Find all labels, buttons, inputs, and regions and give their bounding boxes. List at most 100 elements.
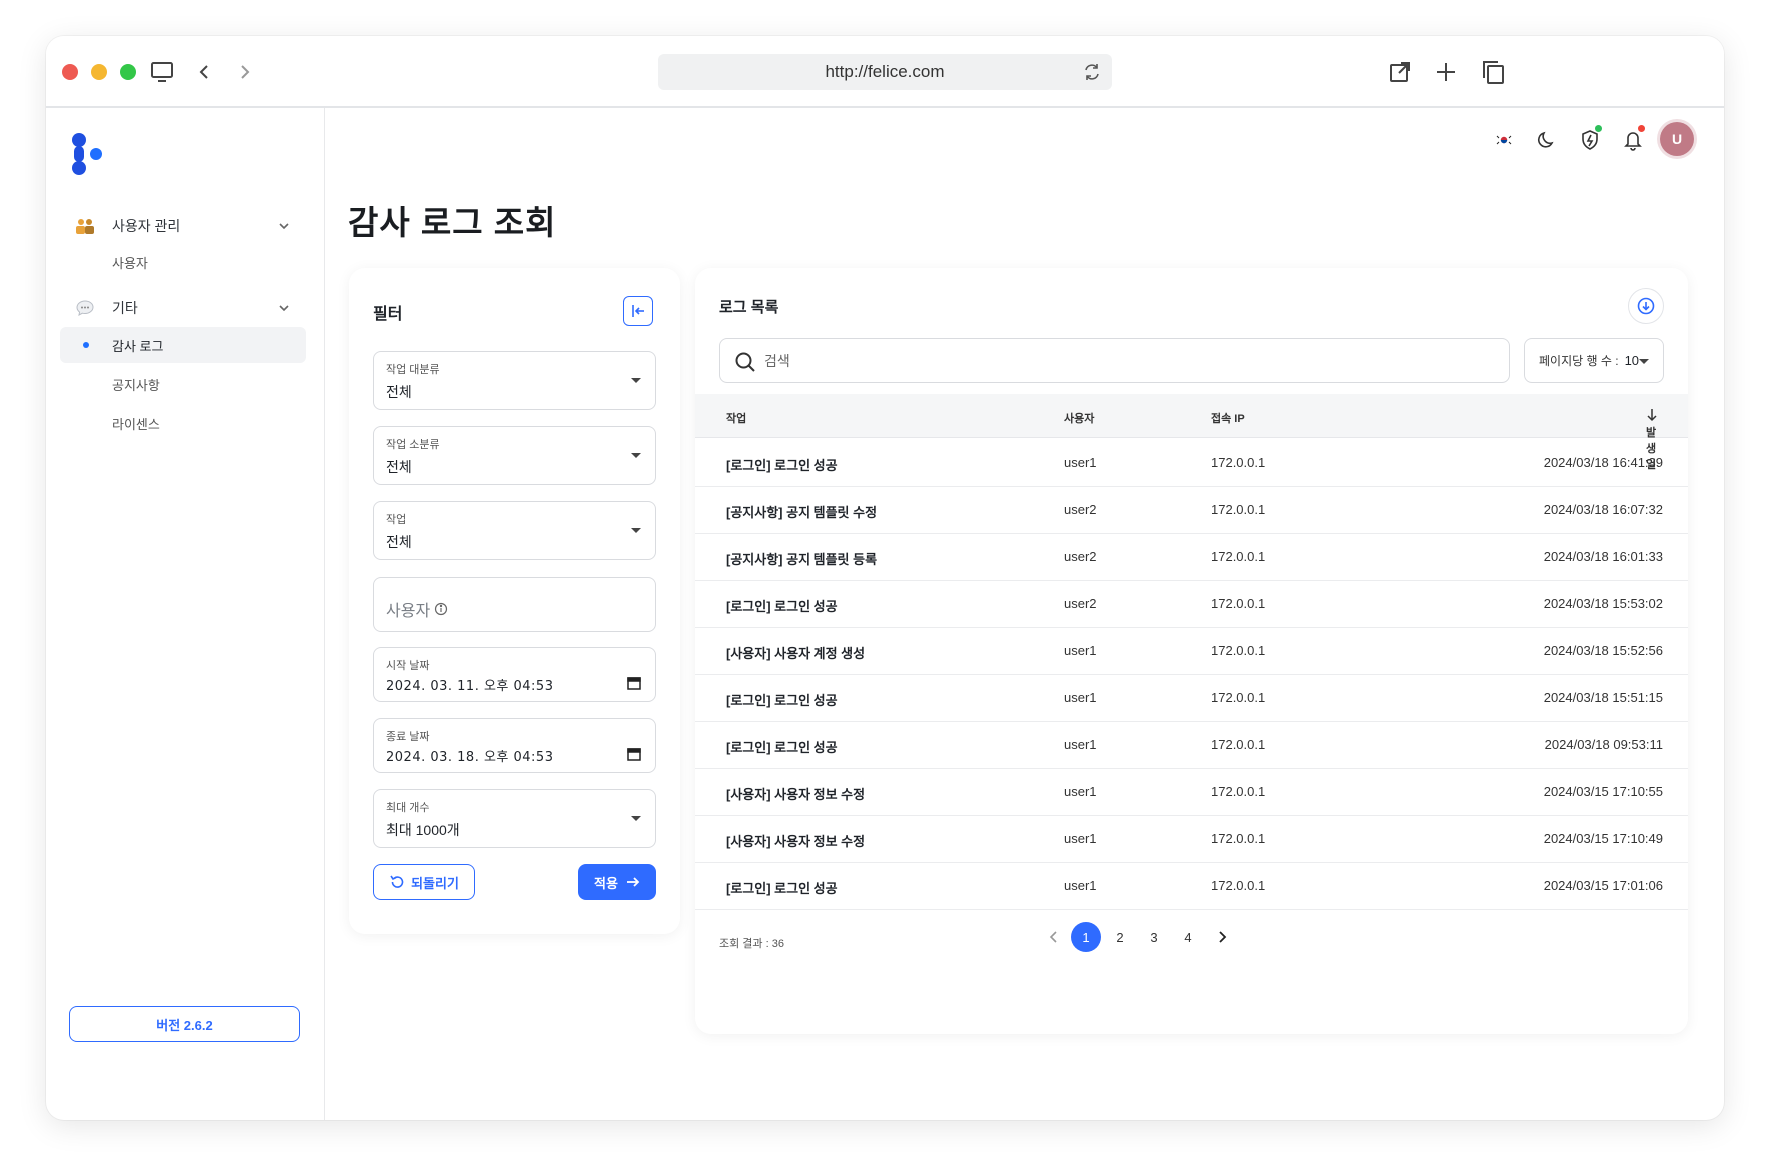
cell-action: [로그인] 로그인 성공: [726, 599, 838, 614]
sidebar-group-user-management[interactable]: 사용자 관리: [60, 208, 306, 244]
field-value: 전체: [386, 384, 412, 400]
end-date-field[interactable]: 종료 날짜 2024. 03. 18. 오후 04:53: [373, 718, 656, 773]
rows-per-page-select[interactable]: 페이지당 행 수 : 10: [1524, 338, 1664, 383]
table-row[interactable]: [공지사항] 공지 템플릿 수정 user2 172.0.0.1 2024/03/18…: [695, 486, 1688, 534]
cell-ip: 172.0.0.1: [1211, 784, 1266, 799]
browser-titlebar: http://felice.com: [46, 36, 1724, 108]
table-row[interactable]: [로그인] 로그인 성공 user1 172.0.0.1 2024/03/18 15:…: [695, 674, 1688, 722]
new-tab-icon[interactable]: [1428, 54, 1464, 90]
reset-button[interactable]: 되돌리기: [373, 864, 475, 900]
cell-date: 2024/03/18 15:52:56: [1543, 643, 1663, 658]
reload-icon[interactable]: [1082, 62, 1102, 82]
cell-action: [사용자] 사용자 정보 수정: [726, 834, 866, 849]
column-header-date[interactable]: 발생일: [1646, 408, 1663, 471]
start-date-field[interactable]: 시작 날짜 2024. 03. 11. 오후 04:53: [373, 647, 656, 702]
cell-date: 2024/03/18 09:53:11: [1544, 737, 1663, 752]
caret-down-icon: [1639, 359, 1649, 364]
apply-button[interactable]: 적용: [578, 864, 656, 900]
cell-ip: 172.0.0.1: [1211, 737, 1266, 752]
column-header-ip[interactable]: 접속 IP: [1211, 410, 1245, 426]
cell-date: 2024/03/18 16:01:33: [1543, 549, 1663, 564]
korea-flag-icon[interactable]: [1486, 122, 1522, 158]
sidebar-item-users[interactable]: 사용자: [60, 244, 306, 280]
sidebar-group-etc[interactable]: 기타: [60, 290, 306, 326]
category-select[interactable]: 작업 대분류 전체: [373, 351, 656, 410]
collapse-panel-button[interactable]: [623, 296, 653, 326]
field-label: 작업: [386, 514, 407, 526]
log-list-panel: 로그 목록 페이지당 행 수 : 10 작업 사용자 접속 IP 발생일 [로그…: [695, 268, 1688, 1034]
security-shield-icon[interactable]: [1572, 122, 1608, 158]
cell-action: [공지사항] 공지 템플릿 수정: [726, 505, 878, 520]
sidebar-item-notices[interactable]: 공지사항: [60, 366, 306, 402]
sidebar-item-license[interactable]: 라이센스: [60, 405, 306, 441]
table-row[interactable]: [로그인] 로그인 성공 user1 172.0.0.1 2024/03/18 09:…: [695, 721, 1688, 769]
page-button-1[interactable]: 1: [1071, 922, 1101, 952]
prev-page-button[interactable]: [1039, 922, 1069, 952]
table-row[interactable]: [로그인] 로그인 성공 user1 172.0.0.1 2024/03/18 16:…: [695, 439, 1688, 487]
undo-icon: [390, 875, 404, 888]
version-label: 버전 2.6.2: [156, 1017, 213, 1033]
share-icon[interactable]: [1382, 54, 1418, 90]
subcategory-select[interactable]: 작업 소분류 전체: [373, 426, 656, 485]
field-value: 2024. 03. 18. 오후 04:53: [386, 750, 554, 765]
cell-user: user1: [1064, 690, 1097, 705]
calendar-icon[interactable]: [627, 747, 641, 761]
cell-user: user1: [1064, 784, 1097, 799]
cell-user: user2: [1064, 502, 1097, 517]
search-input[interactable]: [764, 349, 1484, 373]
version-button[interactable]: 버전 2.6.2: [69, 1006, 300, 1042]
field-label: 시작 날짜: [386, 660, 430, 672]
sidebar-group-label: 사용자 관리: [112, 218, 181, 234]
close-window-button[interactable]: [62, 64, 78, 80]
page-button-2[interactable]: 2: [1105, 922, 1135, 952]
avatar[interactable]: U: [1660, 122, 1694, 156]
page-button-4[interactable]: 4: [1173, 922, 1203, 952]
field-value: 최대 1000개: [386, 822, 460, 838]
dark-mode-icon[interactable]: [1529, 122, 1565, 158]
table-row[interactable]: [사용자] 사용자 정보 수정 user1 172.0.0.1 2024/03/15 …: [695, 768, 1688, 816]
monitor-icon[interactable]: [144, 54, 180, 90]
table-row[interactable]: [로그인] 로그인 성공 user1 172.0.0.1 2024/03/15 17:…: [695, 862, 1688, 910]
maximize-window-button[interactable]: [120, 64, 136, 80]
table-row[interactable]: [사용자] 사용자 계정 생성 user1 172.0.0.1 2024/03/18 …: [695, 627, 1688, 675]
cell-date: 2024/03/15 17:10:49: [1543, 831, 1663, 846]
column-header-user[interactable]: 사용자: [1064, 410, 1094, 426]
action-select[interactable]: 작업 전체: [373, 501, 656, 560]
user-field[interactable]: 사용자: [373, 577, 656, 632]
address-bar[interactable]: http://felice.com: [658, 54, 1112, 90]
minimize-window-button[interactable]: [91, 64, 107, 80]
table-row[interactable]: [로그인] 로그인 성공 user2 172.0.0.1 2024/03/18 15:…: [695, 580, 1688, 628]
field-label: 작업 대분류: [386, 364, 440, 376]
notification-bell-icon[interactable]: [1615, 122, 1651, 158]
forward-button[interactable]: [227, 54, 263, 90]
column-header-action[interactable]: 작업: [726, 410, 746, 426]
cell-user: user1: [1064, 455, 1097, 470]
table-row[interactable]: [공지사항] 공지 템플릿 등록 user2 172.0.0.1 2024/03/18…: [695, 533, 1688, 581]
sidebar-item-label: 사용자: [112, 255, 148, 271]
download-button[interactable]: [1628, 288, 1664, 324]
search-box: [719, 338, 1510, 383]
chevron-down-icon: [276, 218, 292, 234]
result-count: 조회 결과 : 36: [719, 938, 784, 950]
table-header: 작업 사용자 접속 IP 발생일: [695, 394, 1688, 471]
tabs-overview-icon[interactable]: [1475, 54, 1511, 90]
next-page-button[interactable]: [1207, 922, 1237, 952]
page-button-3[interactable]: 3: [1139, 922, 1169, 952]
sidebar-item-audit-log[interactable]: 감사 로그: [60, 327, 306, 363]
caret-down-icon: [631, 528, 641, 533]
field-value: 전체: [386, 459, 412, 475]
field-label: 작업 소분류: [386, 439, 440, 451]
cell-action: [로그인] 로그인 성공: [726, 458, 838, 473]
table-row[interactable]: [사용자] 사용자 정보 수정 user1 172.0.0.1 2024/03/15 …: [695, 815, 1688, 863]
rows-per-page-value: 10: [1624, 353, 1640, 368]
cell-action: [로그인] 로그인 성공: [726, 693, 838, 708]
cell-action: [사용자] 사용자 계정 생성: [726, 646, 866, 661]
cell-user: user1: [1064, 737, 1097, 752]
max-count-select[interactable]: 최대 개수 최대 1000개: [373, 789, 656, 848]
users-icon: [74, 215, 96, 237]
back-button[interactable]: [186, 54, 222, 90]
calendar-icon[interactable]: [627, 676, 641, 690]
arrow-right-icon: [626, 877, 640, 887]
chat-icon: [74, 297, 96, 319]
cell-date: 2024/03/18 16:07:32: [1543, 502, 1663, 517]
